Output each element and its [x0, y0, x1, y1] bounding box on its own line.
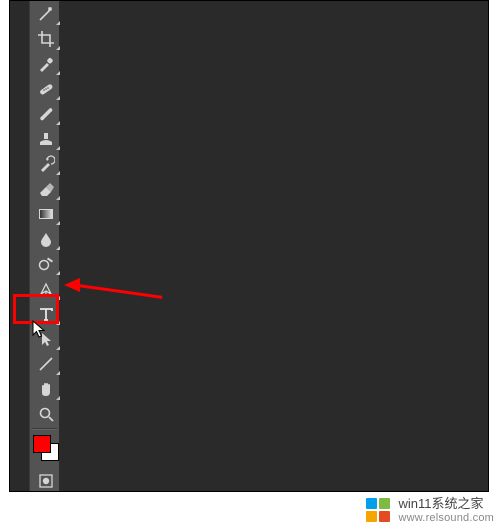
- zoom-tool[interactable]: [30, 401, 61, 426]
- watermark-logo-icon: [366, 498, 392, 524]
- history-brush-icon: [37, 155, 55, 173]
- quick-mask-icon: [37, 472, 55, 490]
- toolbox-panel: [29, 1, 60, 492]
- watermark-line2: www.relsound.com: [398, 511, 494, 526]
- droplet-icon: [37, 230, 55, 248]
- gradient-tool[interactable]: [30, 201, 61, 226]
- eraser-icon: [37, 180, 55, 198]
- hand-tool[interactable]: [30, 376, 61, 401]
- crop-tool[interactable]: [30, 26, 61, 51]
- brush-tool[interactable]: [30, 101, 61, 126]
- arrow-cursor-icon: [37, 330, 55, 348]
- hand-icon: [37, 380, 55, 398]
- type-icon: [37, 305, 55, 323]
- blur-tool[interactable]: [30, 226, 61, 251]
- foreground-color-swatch[interactable]: [33, 435, 51, 453]
- quick-mask-mode[interactable]: [30, 468, 61, 492]
- eyedropper-tool[interactable]: [30, 51, 61, 76]
- magic-wand-icon: [37, 5, 55, 23]
- healing-brush-tool[interactable]: [30, 76, 61, 101]
- eyedropper-icon: [37, 55, 55, 73]
- gradient-icon: [37, 205, 55, 223]
- magic-wand-tool[interactable]: [30, 1, 61, 26]
- line-icon: [37, 355, 55, 373]
- color-swatches[interactable]: [30, 432, 61, 466]
- eraser-tool[interactable]: [30, 176, 61, 201]
- type-tool[interactable]: [30, 301, 61, 326]
- stamp-icon: [37, 130, 55, 148]
- bandage-icon: [37, 80, 55, 98]
- crop-icon: [37, 30, 55, 48]
- pen-icon: [37, 280, 55, 298]
- path-selection-tool[interactable]: [30, 326, 61, 351]
- watermark: win11系统之家 www.relsound.com: [366, 496, 494, 526]
- history-brush-tool[interactable]: [30, 151, 61, 176]
- magnifier-icon: [37, 405, 55, 423]
- dodge-icon: [37, 255, 55, 273]
- toolbox-divider: [32, 428, 57, 430]
- dodge-tool[interactable]: [30, 251, 61, 276]
- brush-icon: [37, 105, 55, 123]
- clone-stamp-tool[interactable]: [30, 126, 61, 151]
- pen-tool[interactable]: [30, 276, 61, 301]
- app-window: [9, 0, 489, 492]
- watermark-line1: win11系统之家: [398, 496, 494, 511]
- line-shape-tool[interactable]: [30, 351, 61, 376]
